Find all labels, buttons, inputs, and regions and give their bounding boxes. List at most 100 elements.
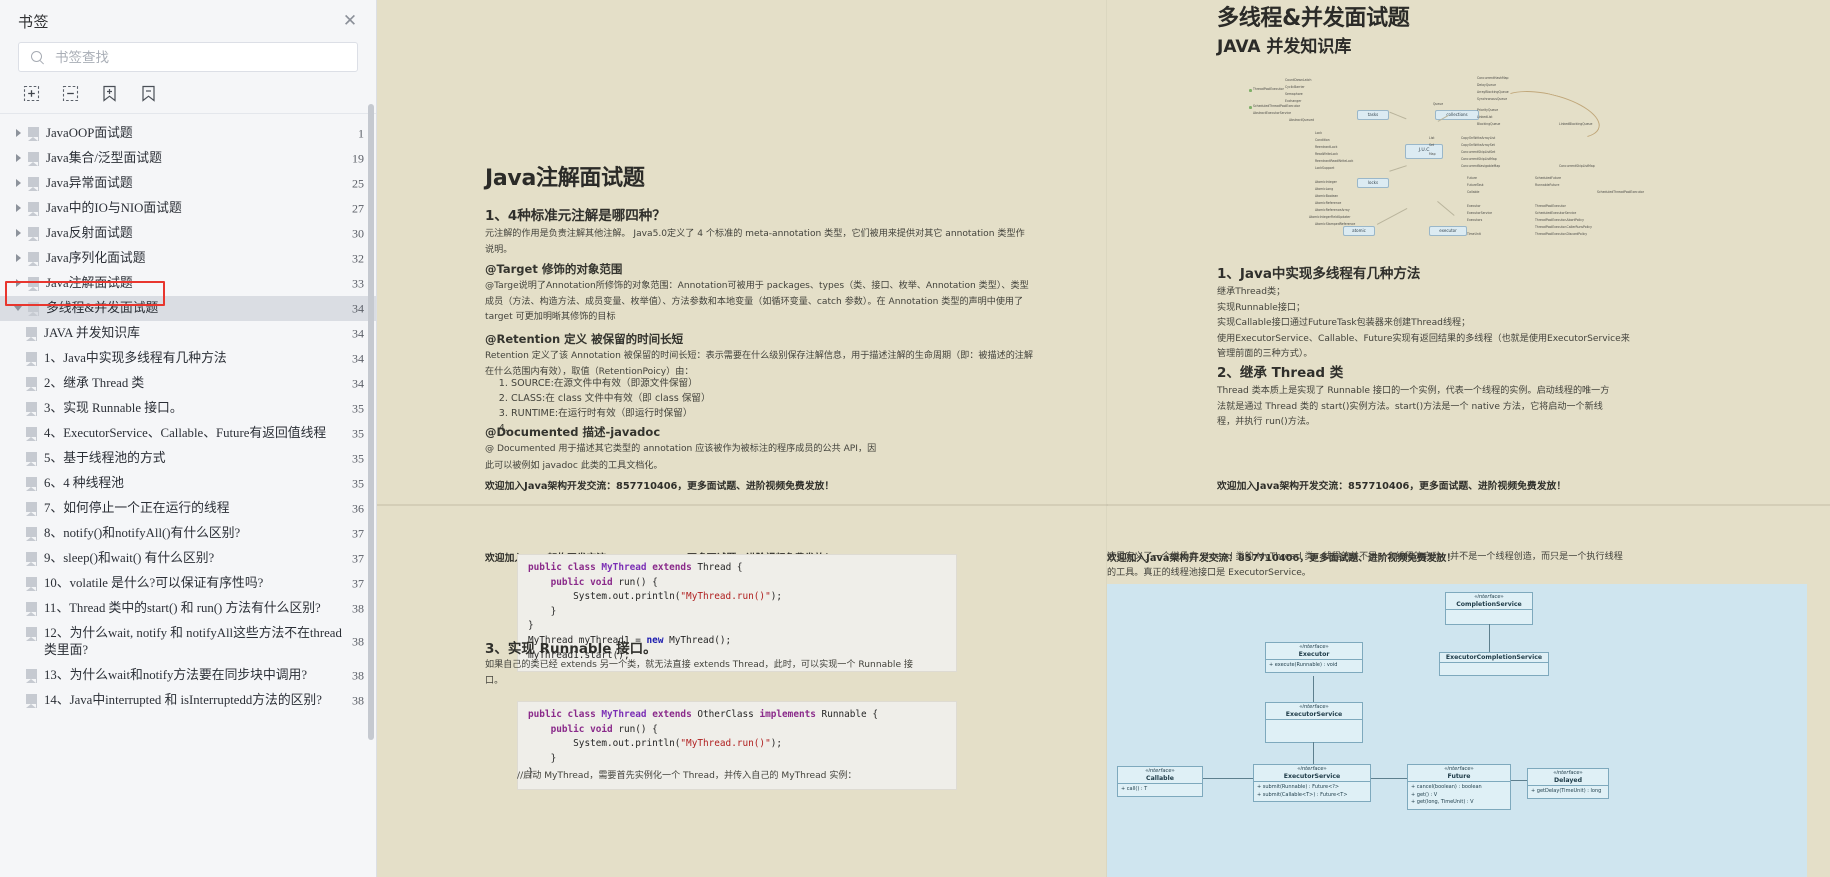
bookmark-page-number: 38 [352,601,364,615]
sidebar-scrollbar-thumb[interactable] [368,104,374,740]
mindmap-leaf: SynchronousQueue [1477,97,1508,101]
search-input[interactable] [53,48,349,66]
bookmark-item[interactable]: 5、基于线程池的方式 35 [0,446,376,471]
bookmark-page-number: 37 [352,576,364,590]
bookmark-item[interactable]: 3、实现 Runnable 接口。 35 [0,396,376,421]
mindmap-leaf: Callable [1467,190,1480,194]
close-icon[interactable]: ✕ [342,12,358,29]
bookmark-item[interactable]: 13、为什么wait和notify方法要在同步块中调用? 38 [0,663,376,688]
bookmark-item[interactable]: 11、Thread 类中的start() 和 run() 方法有什么区别? 38 [0,596,376,621]
mindmap-branch-executor: executor [1429,226,1467,236]
mindmap-leaf: LockSupport [1315,166,1335,170]
mindmap-leaf: LinkedBlockingQueue [1559,122,1593,126]
bookmark-item[interactable]: 7、如何停止一个正在运行的线程 36 [0,496,376,521]
mindmap-leaf: Lock [1315,131,1323,135]
bookmark-item[interactable]: Java集合/泛型面试题 19 [0,146,376,171]
mindmap-leaf: Exchanger [1285,99,1302,103]
chevron-right-icon[interactable] [12,250,28,267]
bookmark-page-number: 34 [352,326,364,340]
bookmark-tree[interactable]: JavaOOP面试题 1 Java集合/泛型面试题 19 Java异常面试题 25 Java… [0,114,376,877]
chevron-right-icon[interactable] [12,200,28,217]
bookmark-icon [26,477,37,491]
section-body-documented: @ Documented 用于描述其它类型的 annotation 应该被作为被… [485,444,877,454]
mindmap-leaf: ScheduledExecutorService [1535,211,1577,215]
document-viewer[interactable]: Java注解面试题 1、4种标准元注解是哪四种？ 元注解的作用是负责注解其他注解… [377,0,1830,877]
mindmap-leaf: ConcurrentSkipListSet [1461,150,1496,154]
mindmap-leaf: AtomicStampedReference [1315,222,1356,226]
bookmark-item[interactable]: 1、Java中实现多线程有几种方法 34 [0,346,376,371]
bookmark-item[interactable]: 10、volatile 是什么?可以保证有序性吗? 37 [0,571,376,596]
bookmark-page-number: 34 [352,376,364,390]
line: 继承Thread类； [1217,287,1286,297]
bookmark-item[interactable]: Java注解面试题 33 [0,271,376,296]
bookmark-item-label: 3、实现 Runnable 接口。 [44,401,183,415]
section-heading-target: @Target 修饰的对象范围 [485,262,623,276]
bookmark-page-number: 32 [352,251,364,265]
mindmap-leaf: ThreadPoolExecutor.DiscardPolicy [1535,232,1588,236]
mindmap-leaf: AtomicReference [1315,201,1342,205]
chevron-down-icon[interactable] [12,300,28,317]
bookmark-page-number: 33 [352,276,364,290]
bookmark-item[interactable]: 12、为什么wait, notify 和 notifyAll这些方法不在thre… [0,621,376,663]
bookmark-item-label: JAVA 并发知识库 [44,326,140,340]
mindmap-leaf: ThreadPoolExecutor [1535,204,1566,208]
add-bookmark-icon[interactable] [100,84,119,103]
bookmark-item[interactable]: 2、继承 Thread 类 34 [0,371,376,396]
bookmark-icon [26,552,37,566]
mindmap-branch-tools: tasks [1357,110,1389,120]
mindmap-leaf: ArrayBlockingQueue [1477,90,1509,94]
bookmark-search-box[interactable] [18,42,358,72]
mindmap-leaf: ConcurrentSkipListMap [1461,157,1497,161]
mindmap-leaf: ScheduledThreadPoolExecutor [1597,190,1645,194]
remove-bookmark-icon[interactable] [139,84,158,103]
chevron-right-icon[interactable] [12,150,28,167]
mindmap-leaf: ThreadPoolExecutor [1253,87,1284,91]
bookmark-item-label: Java集合/泛型面试题 [46,151,162,165]
bookmark-icon [26,452,37,466]
bookmark-item[interactable]: 6、4 种线程池 35 [0,471,376,496]
bookmark-icon [28,177,39,191]
code-comment-start-mythread: //启动 MyThread，需要首先实例化一个 Thread，并传入自己的 My… [517,771,857,781]
mindmap-leaf: LinkedList [1477,115,1493,119]
uml-box-executor: «interface» Executor + execute(Runnable) … [1265,642,1363,673]
bookmark-item[interactable]: 多线程&并发面试题 34 [0,296,376,321]
section-heading-extends-thread: 2、继承 Thread 类 [1217,365,1344,381]
section-body-documented-2: 此可以被例如 javadoc 此类的工具文档化。 [485,461,663,471]
bookmark-item[interactable]: Java中的IO与NIO面试题 27 [0,196,376,221]
mindmap-leaf: ExecutorService [1467,211,1493,215]
bookmark-item[interactable]: 8、notify()和notifyAll()有什么区别? 37 [0,521,376,546]
bookmark-item[interactable]: 14、Java中interrupted 和 isInterruptedd方法的区… [0,688,376,713]
bookmark-item[interactable]: Java异常面试题 25 [0,171,376,196]
mindmap-leaf: Map [1429,152,1436,156]
doc-title-java-annotation: Java注解面试题 [485,166,645,191]
page-left-bottom: 欢迎加入Java架构开发交流：857710406，更多面试题、进阶视频免费发放！… [377,506,1107,877]
bookmark-icon [26,402,37,416]
chevron-right-icon[interactable] [12,225,28,242]
bookmark-item-label: 1、Java中实现多线程有几种方法 [44,351,227,365]
chevron-right-icon[interactable] [12,125,28,142]
bookmark-item[interactable]: Java反射面试题 30 [0,221,376,246]
chevron-right-icon[interactable] [12,175,28,192]
bookmark-item[interactable]: Java序列化面试题 32 [0,246,376,271]
bookmark-page-number: 37 [352,526,364,540]
bookmark-page-number: 35 [352,451,364,465]
mindmap-leaf: ThreadPoolExecutor.CallerRunsPolicy [1535,225,1592,229]
mindmap-leaf: Executors [1467,218,1483,222]
doc-title-multithread: 多线程&并发面试题 [1217,6,1410,31]
chevron-right-icon[interactable] [12,275,28,292]
mindmap-leaf: RunnableFuture [1535,183,1560,187]
bookmark-item-label: 7、如何停止一个正在运行的线程 [44,501,230,515]
page-right-bottom: 欢迎加入Java架构开发交流：857710406，更多面试题、进阶视频免费发放！… [1107,506,1830,877]
bookmark-panel-header: 书签 ✕ [0,0,376,42]
bookmark-item[interactable]: 4、ExecutorService、Callable、Future有返回值线程 3… [0,421,376,446]
line: 程，并执行 run()方法。 [1217,417,1316,427]
bookmark-item-label: Java序列化面试题 [46,251,146,265]
bookmark-item[interactable]: JavaOOP面试题 1 [0,121,376,146]
bookmark-page-number: 25 [352,176,364,190]
bookmark-page-number: 38 [352,693,364,707]
collapse-all-icon[interactable] [61,84,80,103]
bookmark-item[interactable]: JAVA 并发知识库 34 [0,321,376,346]
expand-all-icon[interactable] [22,84,41,103]
bookmark-item[interactable]: 9、sleep()和wait() 有什么区别? 37 [0,546,376,571]
uml-box-abstractexecutorservice: «interface» ExecutorService + submit(Runn… [1253,764,1371,802]
